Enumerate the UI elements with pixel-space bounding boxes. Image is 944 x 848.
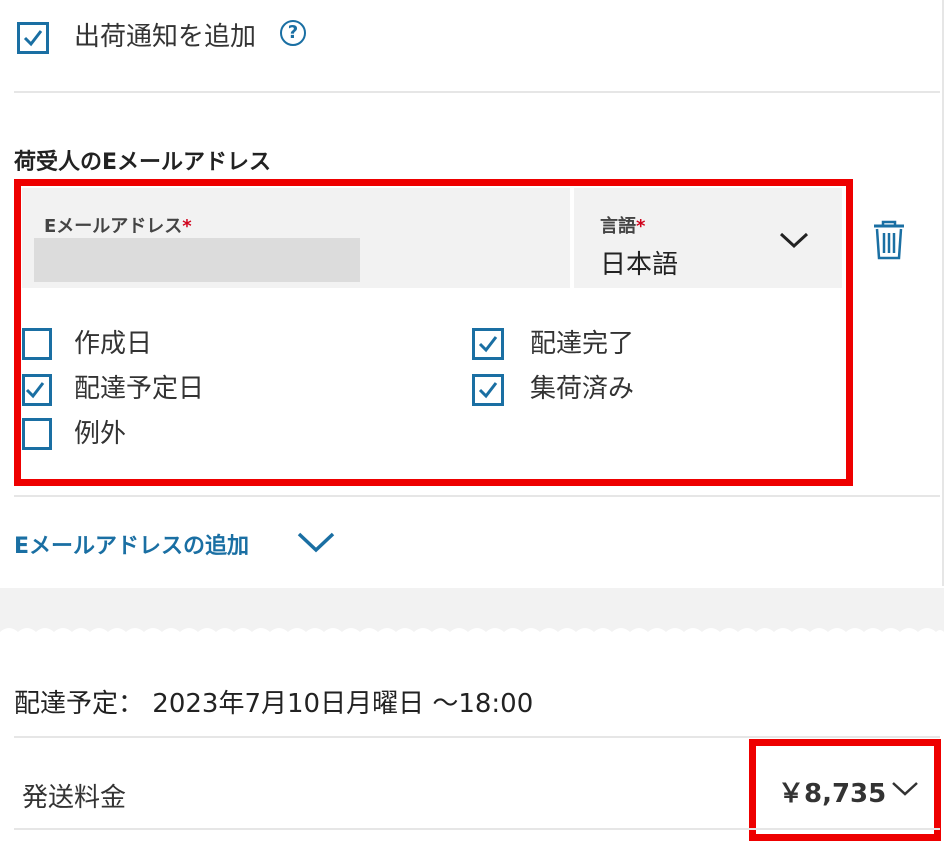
help-icon[interactable]: ? [280, 20, 306, 46]
section-title-recipient-email: 荷受人のEメールアドレス [14, 150, 272, 175]
chevron-down-icon[interactable] [296, 530, 336, 554]
shipping-options-card: 出荷通知を追加 ? 荷受人のEメールアドレス Eメールアドレス* 言語* 日本語… [0, 0, 944, 586]
highlight-box-recipient [14, 179, 853, 486]
highlight-box-fee [749, 739, 941, 841]
delivery-label: 配達予定： [14, 689, 145, 719]
divider [14, 495, 940, 497]
shipping-fee-label: 発送料金 [22, 783, 127, 813]
delivery-estimate: 配達予定： 2023年7月10日月曜日 〜18:00 [14, 683, 533, 720]
checkmark-icon [23, 30, 43, 47]
delivery-value: 2023年7月10日月曜日 〜18:00 [152, 689, 534, 719]
perforated-edge [0, 628, 944, 640]
divider [14, 736, 940, 738]
divider [14, 828, 940, 830]
divider [14, 91, 940, 93]
shipment-notification-checkbox[interactable] [17, 22, 49, 54]
trash-icon[interactable] [872, 220, 906, 260]
add-email-link[interactable]: Eメールアドレスの追加 [14, 528, 249, 560]
shipment-notification-label: 出荷通知を追加 [74, 22, 257, 52]
